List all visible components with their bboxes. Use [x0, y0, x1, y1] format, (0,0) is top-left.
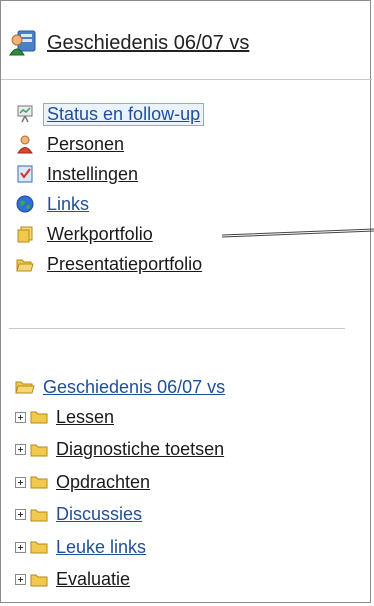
tree-label-lessen[interactable]: Lessen	[56, 407, 114, 428]
course-header[interactable]: Geschiedenis 06/07 vs	[9, 23, 249, 63]
expand-plus-icon[interactable]	[15, 509, 26, 521]
nav-item-presentatieportfolio[interactable]: Presentatieportfolio	[15, 249, 203, 279]
expand-plus-icon[interactable]	[15, 541, 26, 553]
tree-label-discussies[interactable]: Discussies	[56, 504, 142, 525]
header-divider	[1, 79, 372, 80]
tree-label-opdrachten[interactable]: Opdrachten	[56, 472, 150, 493]
course-folder-label[interactable]: Geschiedenis 06/07 vs	[43, 377, 225, 398]
folder-icon	[30, 540, 48, 554]
callout-pointer-line	[221, 228, 374, 238]
presentation-board-icon	[15, 104, 35, 124]
expand-plus-icon[interactable]	[15, 444, 26, 456]
section-divider	[9, 328, 345, 329]
tools-menu: Status en follow-up Personen Instellinge…	[15, 99, 205, 279]
expand-plus-icon[interactable]	[15, 574, 26, 586]
nav-item-links[interactable]: Links	[15, 189, 203, 219]
open-folder-icon	[15, 254, 35, 274]
tree-item-discussies[interactable]: Discussies	[15, 499, 224, 532]
person-icon	[15, 134, 35, 154]
nav-item-personen[interactable]: Personen	[15, 129, 203, 159]
tree-item-leuke-links[interactable]: Leuke links	[15, 531, 224, 564]
course-folder-item[interactable]: Geschiedenis 06/07 vs	[15, 373, 225, 401]
checklist-icon	[15, 164, 35, 184]
nav-label-links[interactable]: Links	[47, 194, 89, 215]
nav-item-status[interactable]: Status en follow-up	[15, 99, 205, 129]
tree-item-diagnostiche-toetsen[interactable]: Diagnostiche toetsen	[15, 434, 224, 467]
folder-icon	[30, 475, 48, 489]
nav-item-instellingen[interactable]: Instellingen	[15, 159, 203, 189]
course-users-icon	[9, 29, 37, 57]
nav-label-werkportfolio[interactable]: Werkportfolio	[47, 224, 153, 245]
tree-item-lessen[interactable]: Lessen	[15, 401, 224, 434]
folder-stack-icon	[15, 224, 35, 244]
open-folder-icon	[15, 379, 35, 395]
folder-icon	[30, 573, 48, 587]
nav-item-werkportfolio[interactable]: Werkportfolio	[15, 219, 203, 249]
folder-icon	[30, 443, 48, 457]
tree-label-evaluatie[interactable]: Evaluatie	[56, 569, 130, 590]
nav-label-instellingen[interactable]: Instellingen	[47, 164, 138, 185]
folder-icon	[30, 410, 48, 424]
tree-item-evaluatie[interactable]: Evaluatie	[15, 564, 224, 597]
tree-label-leuke-links[interactable]: Leuke links	[56, 537, 146, 558]
course-title[interactable]: Geschiedenis 06/07 vs	[47, 32, 249, 55]
expand-plus-icon[interactable]	[15, 411, 26, 423]
nav-label-presentatieportfolio[interactable]: Presentatieportfolio	[47, 254, 202, 275]
sidebar-panel: Geschiedenis 06/07 vs Status en follow-u…	[0, 0, 372, 603]
course-tree: Lessen Diagnostiche toetsen Opdrachten D…	[15, 401, 224, 596]
nav-label-personen[interactable]: Personen	[47, 134, 124, 155]
folder-icon	[30, 508, 48, 522]
globe-icon	[15, 194, 35, 214]
tree-label-diagnostiche-toetsen[interactable]: Diagnostiche toetsen	[56, 439, 224, 460]
nav-label-status[interactable]: Status en follow-up	[42, 102, 205, 126]
tree-item-opdrachten[interactable]: Opdrachten	[15, 466, 224, 499]
expand-plus-icon[interactable]	[15, 476, 26, 488]
